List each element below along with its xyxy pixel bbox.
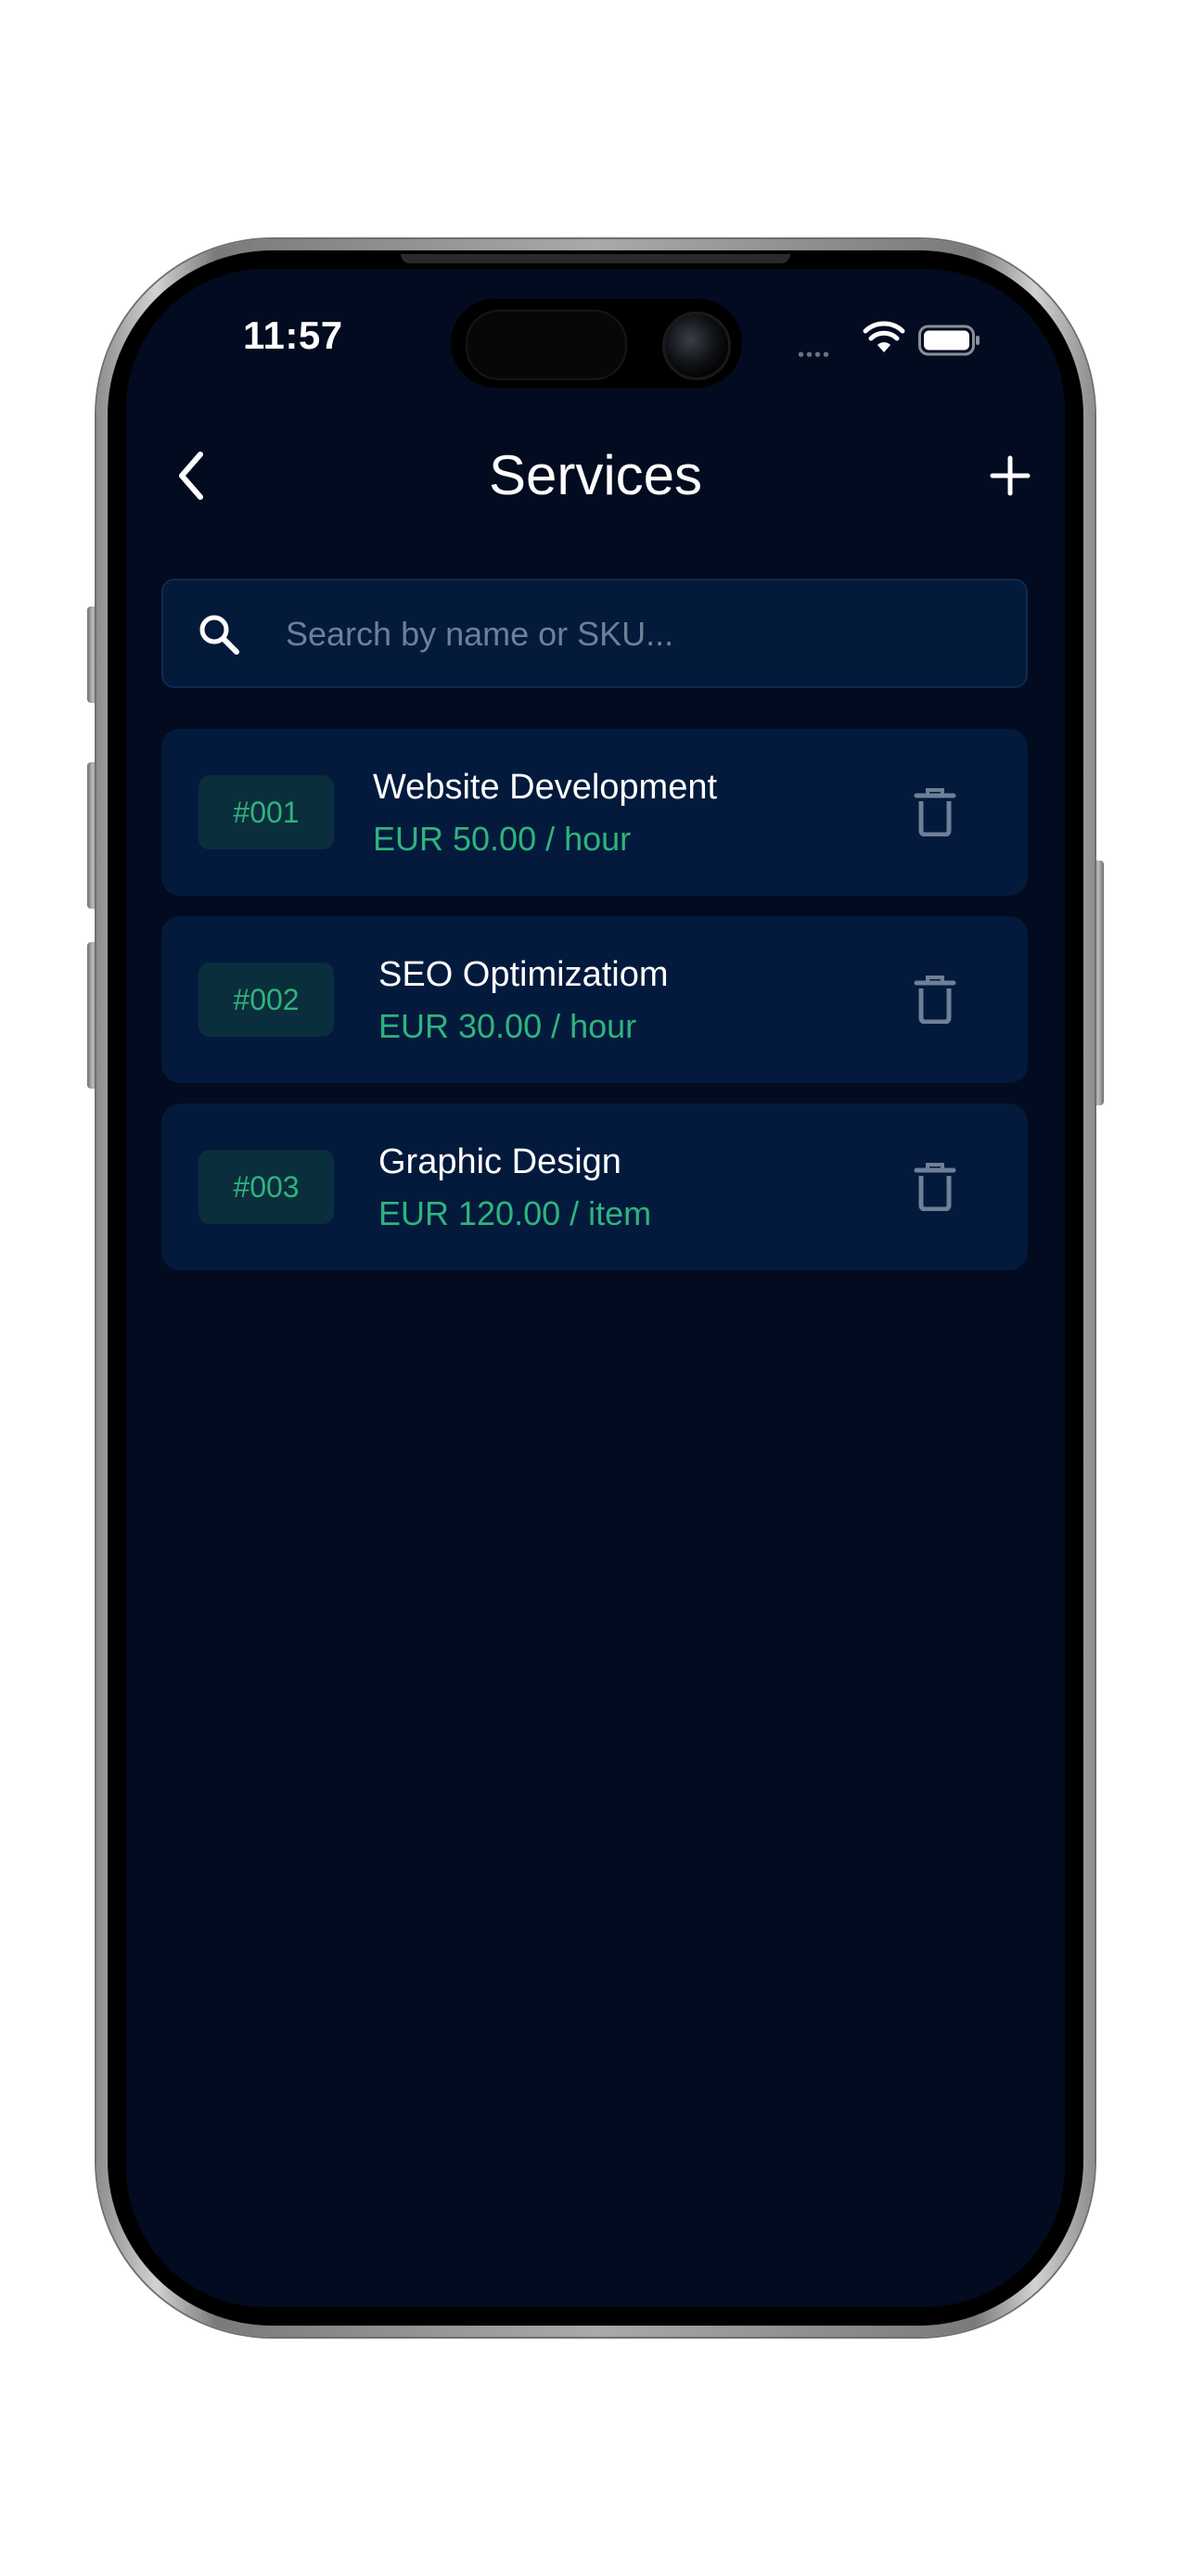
add-plus-icon[interactable]	[989, 454, 1031, 497]
service-price: EUR 50.00 / hour	[373, 820, 632, 858]
phone-screen	[126, 269, 1065, 2307]
battery-icon	[918, 325, 980, 356]
search-icon	[199, 615, 239, 655]
trash-icon[interactable]	[913, 1163, 957, 1211]
service-name: Graphic Design	[378, 1142, 621, 1181]
status-time: 11:57	[243, 313, 343, 357]
search-bar[interactable]	[161, 579, 1028, 688]
sku-badge: #003	[198, 1150, 334, 1224]
sku-badge: #002	[198, 963, 334, 1037]
earpiece	[401, 254, 790, 263]
sku-badge: #001	[198, 775, 334, 849]
service-price: EUR 120.00 / item	[378, 1194, 652, 1232]
service-card[interactable]: #002 SEO Optimizatiom EUR 30.00 / hour	[161, 916, 1028, 1083]
search-input[interactable]	[284, 580, 992, 688]
service-card[interactable]: #001 Website Development EUR 50.00 / hou…	[161, 729, 1028, 896]
trash-icon[interactable]	[913, 976, 957, 1024]
wifi-icon	[863, 321, 905, 352]
signal-dots: ••••	[798, 345, 832, 365]
service-name: SEO Optimizatiom	[378, 955, 669, 994]
service-name: Website Development	[373, 768, 718, 807]
trash-icon[interactable]	[913, 788, 957, 836]
front-camera	[662, 312, 731, 380]
dynamic-island	[451, 299, 742, 388]
service-price: EUR 30.00 / hour	[378, 1007, 637, 1045]
service-card[interactable]: #003 Graphic Design EUR 120.00 / item	[161, 1103, 1028, 1270]
island-sensor	[466, 310, 627, 380]
mockup-stage: 11:57 •••• Services #001 Website Develop…	[0, 0, 1191, 2576]
